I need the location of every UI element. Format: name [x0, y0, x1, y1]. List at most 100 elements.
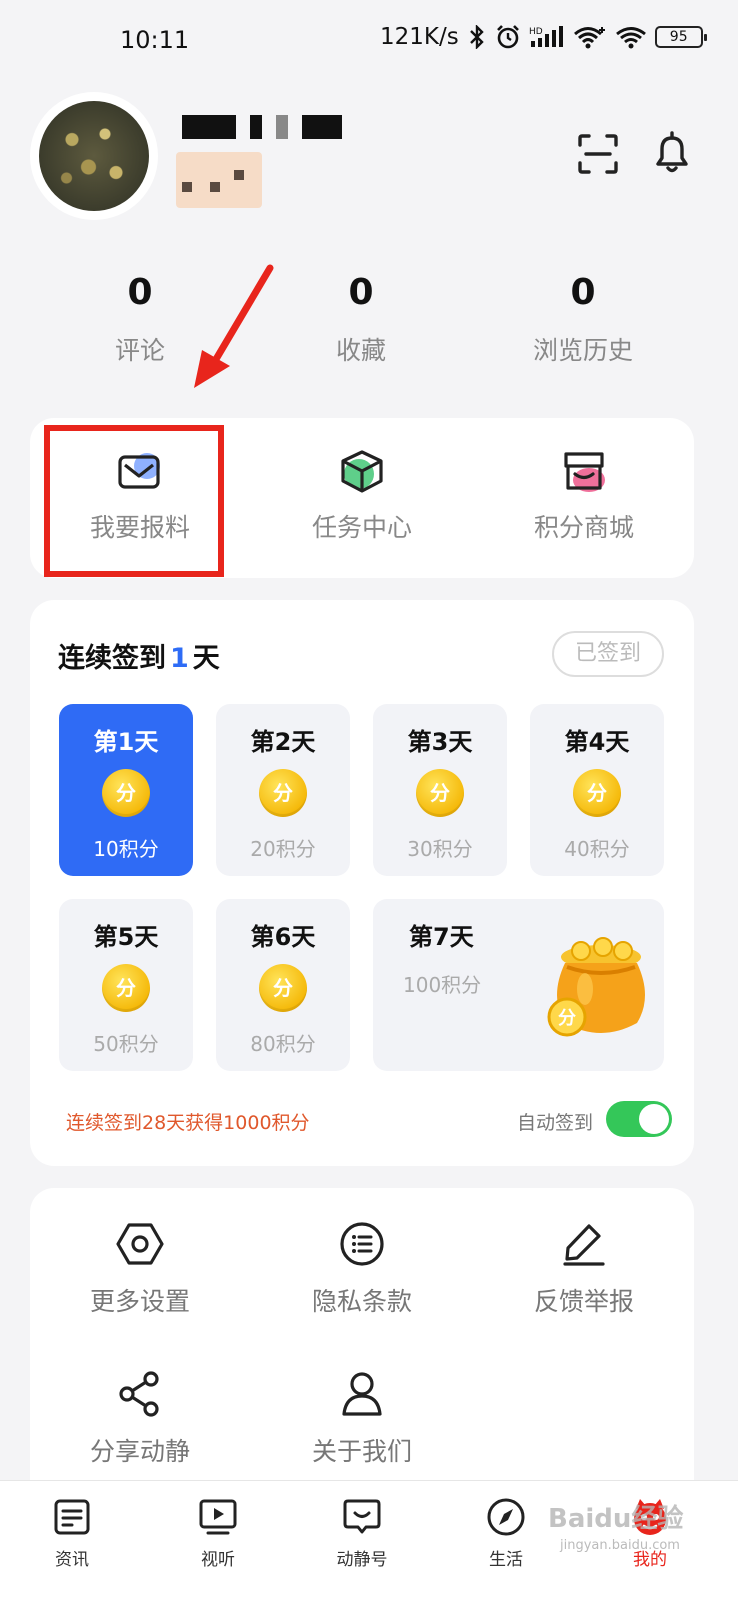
status-indicators: 121K/s HD 95 — [380, 24, 707, 50]
signin-day-6[interactable]: 第6天 分 80积分 — [216, 899, 350, 1071]
signin-day-title: 第7天 — [409, 923, 474, 951]
box-icon — [341, 450, 383, 493]
annotation-arrow — [194, 264, 274, 388]
coin-icon: 分 — [573, 769, 621, 817]
pen-icon — [563, 1224, 605, 1266]
coin-icon: 分 — [259, 769, 307, 817]
wifi-icon — [615, 27, 646, 49]
signin-day-1[interactable]: 第1天 分 10积分 — [59, 704, 193, 876]
signin-day-title: 第5天 — [93, 923, 159, 951]
settings-share[interactable]: 分享动静 — [60, 1370, 220, 1468]
quick-action-label: 我要报料 — [89, 513, 190, 542]
bluetooth-icon — [469, 25, 484, 49]
wifi-plus-icon — [573, 27, 605, 49]
settings-more[interactable]: 更多设置 — [60, 1220, 220, 1318]
tab-label: 资讯 — [55, 1550, 89, 1570]
signin-title-prefix: 连续签到 — [58, 643, 166, 674]
settings-label: 更多设置 — [89, 1287, 190, 1316]
signin-day-7[interactable]: 第7天 100积分 分 — [373, 899, 664, 1071]
alarm-icon — [496, 25, 519, 49]
quick-action-tasks[interactable]: 任务中心 — [282, 448, 442, 544]
tab-video[interactable]: 视听 — [168, 1497, 268, 1570]
settings-label: 反馈举报 — [533, 1287, 634, 1316]
signin-promo-text: 连续签到28天获得1000积分 — [66, 1112, 310, 1134]
settings-about[interactable]: 关于我们 — [282, 1370, 442, 1468]
watermark-brand: Baidu经验 — [548, 1504, 684, 1534]
auto-signin-toggle[interactable] — [606, 1101, 672, 1137]
signin-day-points: 40积分 — [564, 837, 630, 861]
compass-icon — [487, 1498, 525, 1536]
settings-feedback[interactable]: 反馈举报 — [504, 1220, 664, 1318]
avatar[interactable] — [30, 92, 158, 220]
signin-day-4[interactable]: 第4天 分 40积分 — [530, 704, 664, 876]
settings-label: 关于我们 — [311, 1437, 412, 1466]
chat-icon — [343, 1499, 381, 1534]
envelope-icon — [118, 453, 160, 489]
battery-icon: 95 — [654, 26, 707, 48]
scan-icon[interactable] — [576, 132, 620, 176]
tab-label: 视听 — [201, 1550, 235, 1570]
signin-title-suffix: 天 — [192, 643, 220, 674]
stat-value: 0 — [348, 272, 374, 313]
quick-action-label: 积分商城 — [533, 513, 634, 542]
toggle-knob — [639, 1104, 669, 1134]
signin-day-title: 第1天 — [93, 728, 159, 756]
share-icon — [119, 1371, 159, 1417]
coin-icon: 分 — [102, 769, 150, 817]
quick-action-report[interactable]: 我要报料 — [60, 448, 220, 544]
signin-day-points: 50积分 — [93, 1032, 159, 1056]
watermark-url: jingyan.baidu.com — [560, 1538, 680, 1553]
stat-label: 收藏 — [335, 336, 386, 365]
signin-day-5[interactable]: 第5天 分 50积分 — [59, 899, 193, 1071]
signin-days-count: 1 — [170, 643, 189, 674]
signin-title: 连续签到 1 天 — [58, 636, 220, 675]
tab-news[interactable]: 资讯 — [22, 1497, 122, 1570]
tab-dongjinghao[interactable]: 动静号 — [312, 1497, 412, 1570]
signed-button[interactable]: 已签到 — [552, 631, 664, 677]
quick-action-mall[interactable]: 积分商城 — [504, 448, 664, 544]
stat-favorites[interactable]: 0 收藏 — [286, 272, 436, 367]
stat-value: 0 — [570, 272, 596, 313]
settings-card: 更多设置 隐私条款 反馈举报 分享动静 关于我们 — [30, 1188, 694, 1518]
signin-day-2[interactable]: 第2天 分 20积分 — [216, 704, 350, 876]
status-time: 10:11 — [120, 26, 190, 54]
coin-icon: 分 — [416, 769, 464, 817]
quick-actions-card: 我要报料 任务中心 积分商城 — [30, 418, 694, 578]
list-icon — [340, 1222, 384, 1266]
signin-card — [30, 600, 694, 1166]
quick-action-label: 任务中心 — [311, 513, 412, 542]
tab-label: 动静号 — [336, 1550, 388, 1570]
svg-text:HD: HD — [529, 27, 543, 37]
svg-text:分: 分 — [558, 1008, 576, 1029]
signin-day-title: 第6天 — [250, 923, 316, 951]
signin-day-3[interactable]: 第3天 分 30积分 — [373, 704, 507, 876]
settings-privacy[interactable]: 隐私条款 — [282, 1220, 442, 1318]
signin-day-title: 第4天 — [564, 728, 630, 756]
stat-label: 浏览历史 — [532, 336, 633, 365]
network-speed: 121K/s — [380, 24, 459, 50]
user-badge-redacted — [176, 152, 262, 208]
person-icon — [342, 1372, 382, 1416]
signin-day-title: 第2天 — [250, 728, 316, 756]
store-icon — [564, 452, 605, 492]
signin-day-points: 20积分 — [250, 837, 316, 861]
auto-signin-label: 自动签到 — [517, 1112, 594, 1134]
settings-label: 分享动静 — [89, 1437, 190, 1466]
hd-signal-icon: HD — [529, 26, 563, 47]
username-redacted — [182, 115, 342, 139]
signin-day-title: 第3天 — [407, 728, 473, 756]
tab-life[interactable]: 生活 — [456, 1497, 556, 1570]
stat-history[interactable]: 0 浏览历史 — [508, 272, 658, 367]
hexagon-nut-icon — [116, 1223, 164, 1265]
coin-icon: 分 — [259, 964, 307, 1012]
settings-label: 隐私条款 — [311, 1287, 412, 1316]
bell-icon[interactable] — [650, 130, 694, 176]
news-icon — [54, 1499, 90, 1535]
battery-level: 95 — [669, 29, 688, 45]
signin-day-points: 100积分 — [403, 973, 482, 997]
signin-day-points: 80积分 — [250, 1032, 316, 1056]
play-icon — [199, 1499, 237, 1535]
avatar-image — [39, 101, 149, 211]
signin-day-points: 30积分 — [407, 837, 473, 861]
coin-icon: 分 — [102, 964, 150, 1012]
